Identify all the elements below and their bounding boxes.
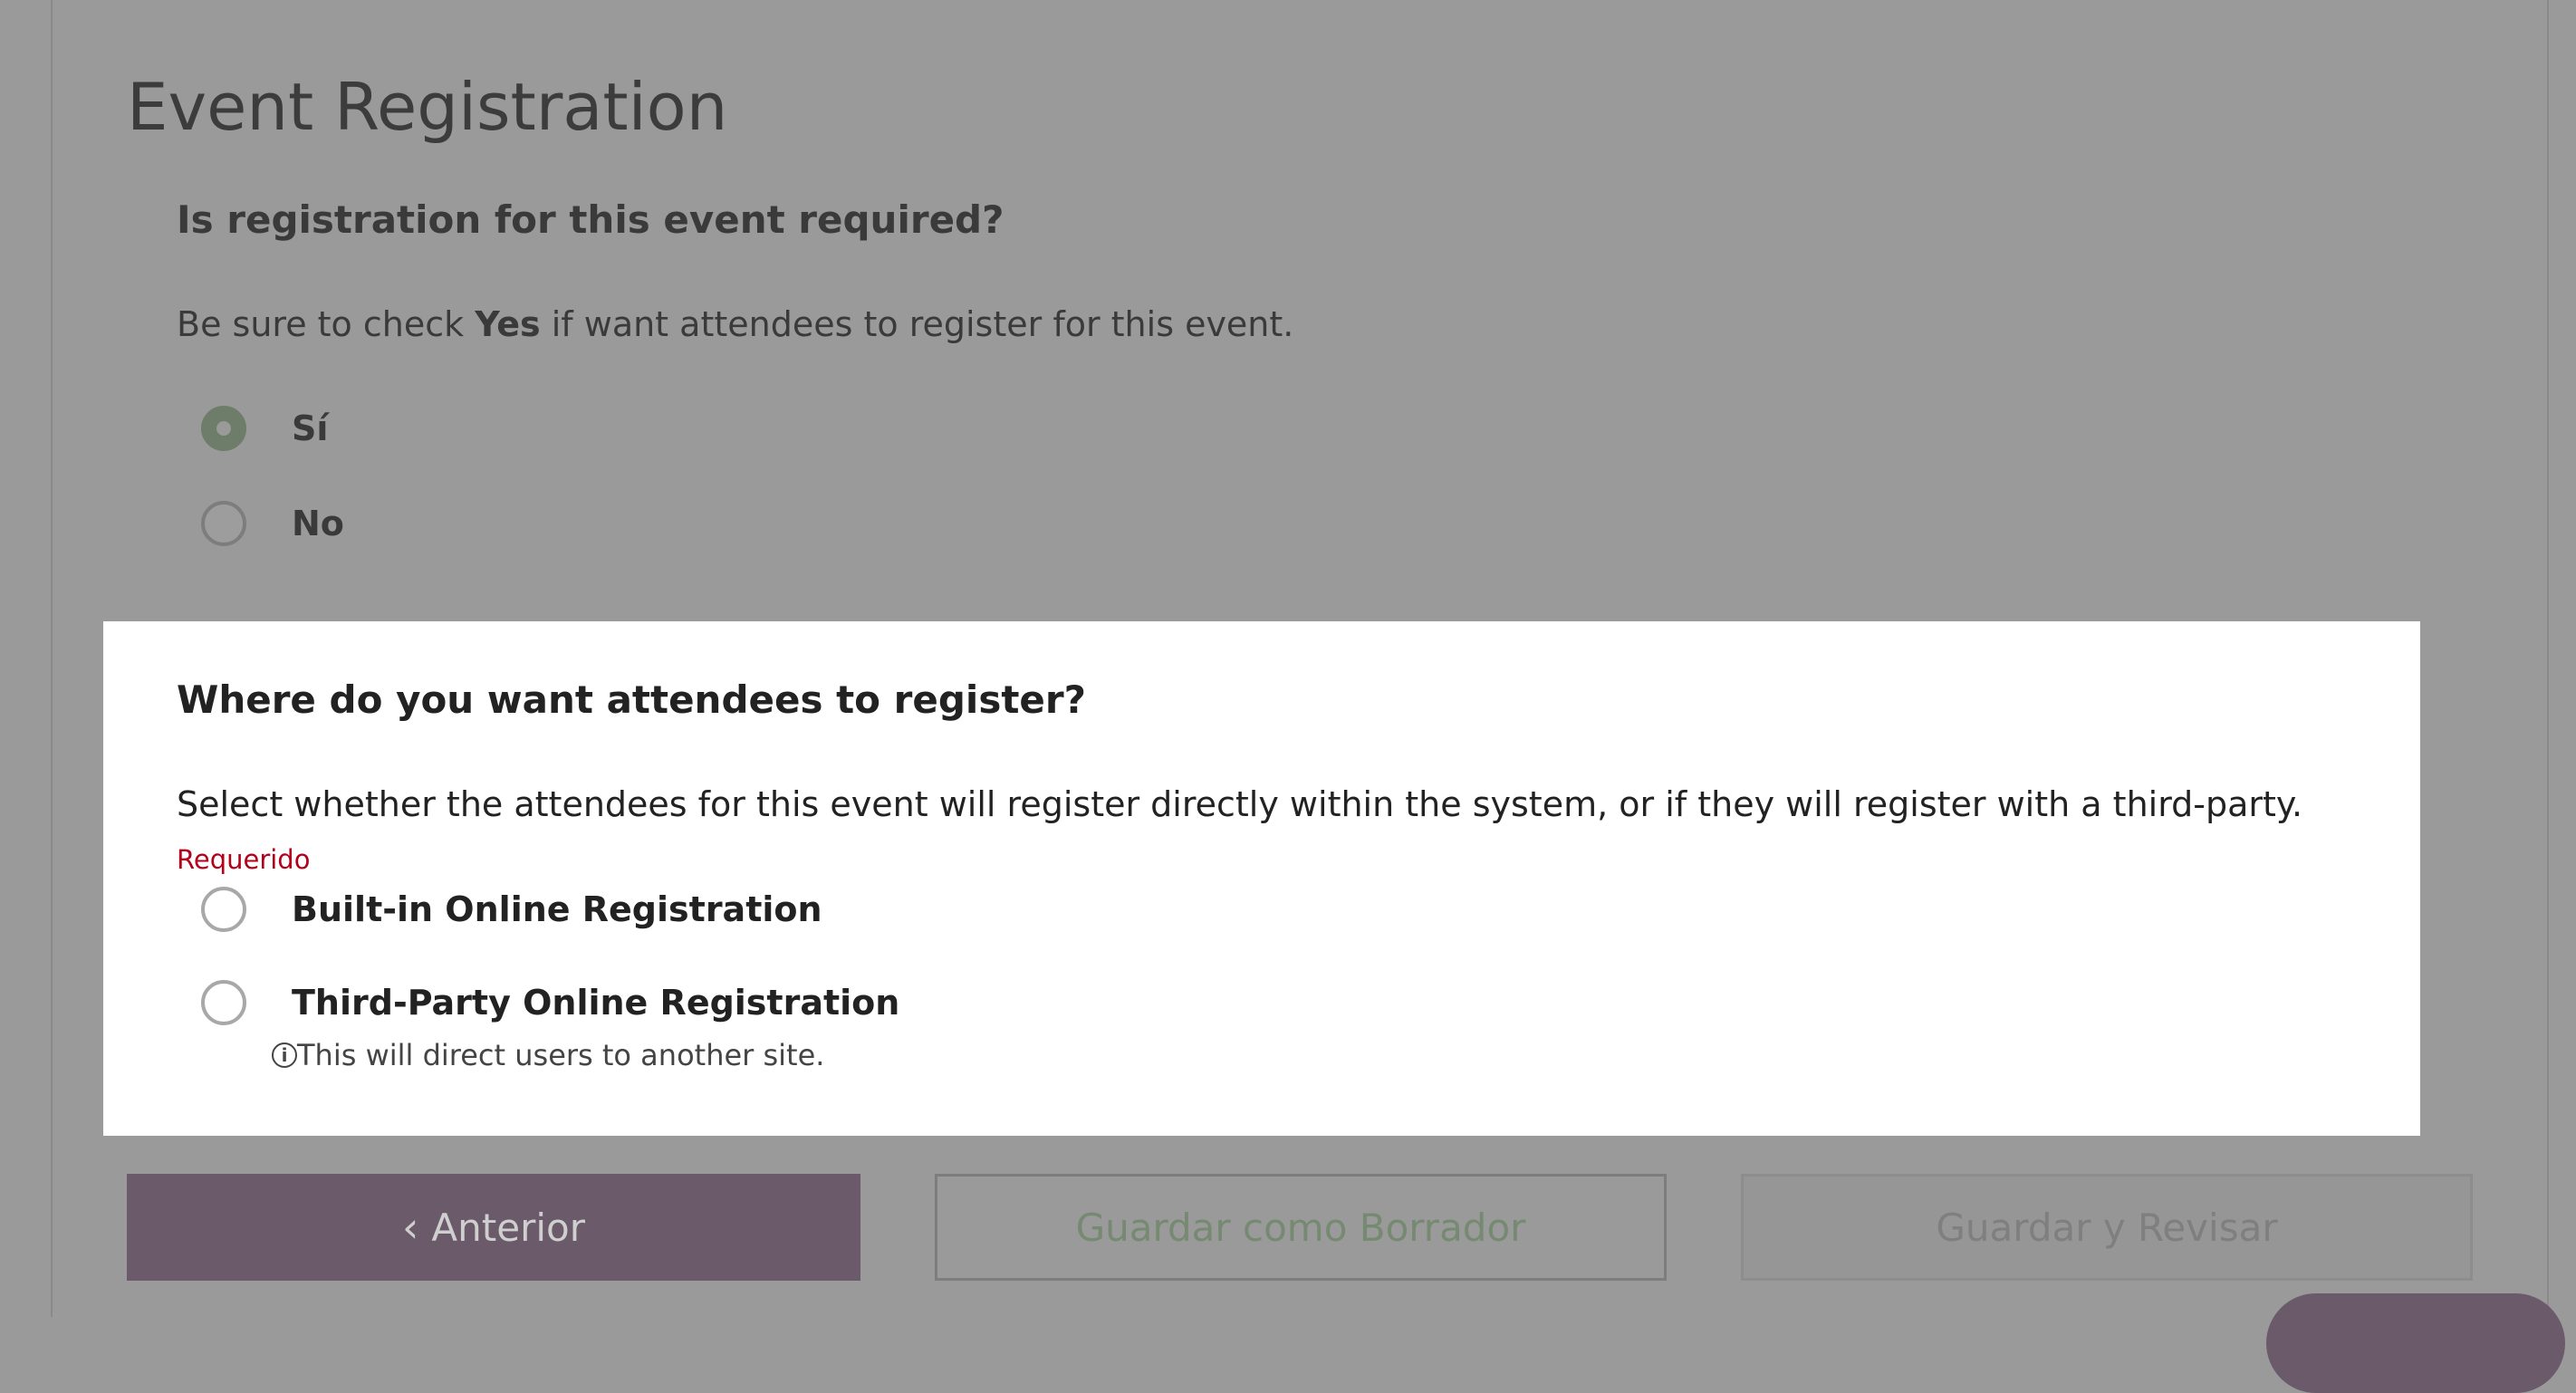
registration-location-question: Where do you want attendees to register?: [177, 677, 1086, 722]
radio-si[interactable]: [201, 406, 246, 451]
radio-label-no: No: [292, 504, 344, 543]
third-party-hint-text: This will direct users to another site.: [297, 1038, 825, 1072]
radio-option-no[interactable]: No: [201, 501, 344, 546]
radio-option-third-party[interactable]: Third-Party Online Registration: [201, 980, 899, 1025]
radio-third-party[interactable]: [201, 980, 246, 1025]
page-frame-left: [51, 0, 53, 1317]
save-draft-button[interactable]: Guardar como Borrador: [935, 1174, 1667, 1281]
info-icon: i: [272, 1042, 297, 1068]
save-draft-label: Guardar como Borrador: [1075, 1205, 1526, 1250]
radio-label-si: Sí: [292, 408, 329, 448]
chevron-left-icon: ‹: [402, 1203, 419, 1252]
required-label: Requerido: [177, 844, 311, 875]
page-frame-right: [2547, 0, 2549, 1317]
previous-button-label: Anterior: [431, 1205, 585, 1250]
registration-required-question: Is registration for this event required?: [177, 197, 1004, 242]
radio-builtin[interactable]: [201, 887, 246, 932]
radio-label-builtin: Built-in Online Registration: [292, 889, 822, 929]
save-review-label: Guardar y Revisar: [1936, 1205, 2278, 1250]
previous-button[interactable]: ‹ Anterior: [127, 1174, 860, 1281]
radio-option-si[interactable]: Sí: [201, 406, 328, 451]
registration-required-description: Be sure to check Yes if want attendees t…: [177, 304, 1294, 344]
registration-location-description: Select whether the attendees for this ev…: [177, 784, 2303, 824]
radio-option-builtin[interactable]: Built-in Online Registration: [201, 887, 822, 932]
yes-emphasis: Yes: [475, 304, 541, 344]
radio-label-third-party: Third-Party Online Registration: [292, 983, 900, 1023]
radio-no[interactable]: [201, 501, 246, 546]
page-title: Event Registration: [127, 69, 728, 145]
floating-action-button[interactable]: [2266, 1293, 2565, 1393]
third-party-hint: i This will direct users to another site…: [272, 1038, 824, 1072]
save-review-button[interactable]: Guardar y Revisar: [1741, 1174, 2473, 1281]
